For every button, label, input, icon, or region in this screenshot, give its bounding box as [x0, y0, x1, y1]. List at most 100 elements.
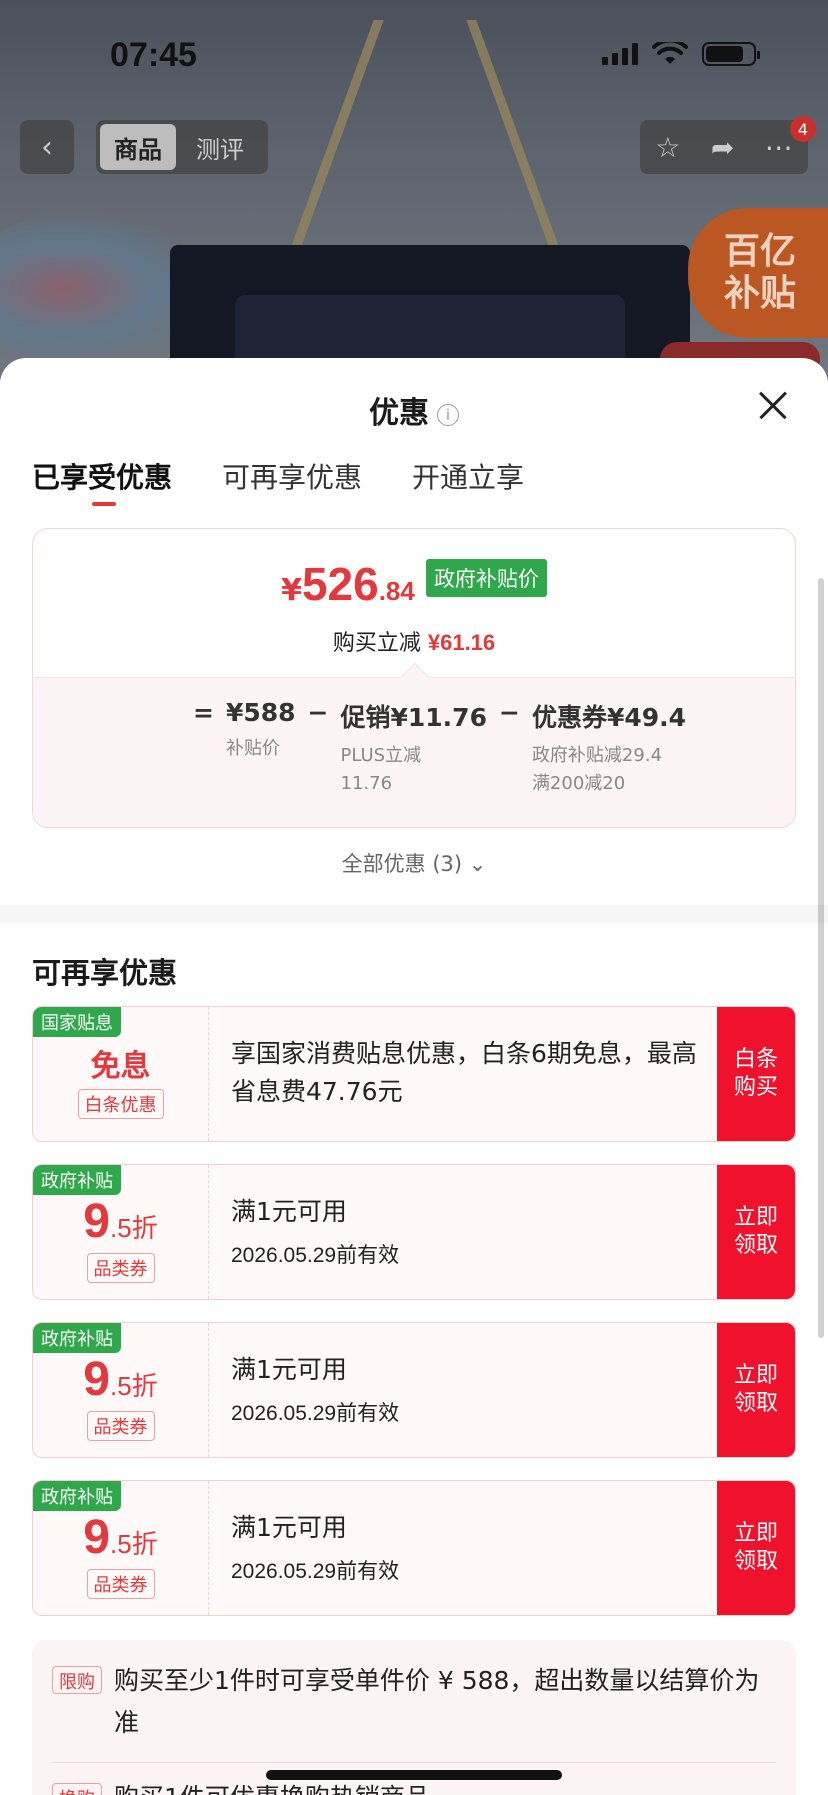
- price-formula: = ¥588 补贴价 − 促销¥11.76 PLUS立减 11.76 − 优惠券…: [193, 698, 686, 798]
- nav-actions: ☆ ➦ ⋯: [640, 120, 808, 174]
- exchange-tag: 换购: [52, 1783, 102, 1795]
- coupon-value: 9.5折: [83, 1194, 157, 1249]
- coupon-value-unit: 折: [131, 1212, 158, 1243]
- coupon-value-dec: .5: [110, 1370, 132, 1401]
- claim-coupon-button[interactable]: 立即领取: [717, 1323, 795, 1457]
- wifi-icon: [652, 42, 688, 64]
- all-offers-toggle[interactable]: 全部优惠 (3) ⌄: [0, 848, 828, 878]
- limit-tag: 限购: [52, 1666, 102, 1694]
- coupon-line1: 满1元可用: [231, 1197, 347, 1226]
- coupon-value: 9.5折: [83, 1510, 157, 1565]
- instant-saving-value: ¥61.16: [427, 630, 496, 655]
- more-icon[interactable]: ⋯: [765, 131, 793, 164]
- status-time: 07:45: [110, 36, 197, 74]
- coupon-value-int: 9: [83, 1352, 110, 1406]
- all-offers-label: 全部优惠 (3): [341, 852, 463, 876]
- coupon-tag: 国家贴息: [33, 1007, 121, 1037]
- coupon-type-chip: 品类券: [86, 1252, 155, 1283]
- price-currency: ¥: [281, 573, 302, 608]
- coupon-item: 政府补贴 9.5折 品类券 满1元可用 2026.05.29前有效 立即领取: [32, 1164, 796, 1300]
- coupon-line1: 满1元可用: [231, 1513, 347, 1542]
- coupon-type-chip: 品类券: [86, 1568, 155, 1599]
- coupon-list: 国家贴息 免息 白条优惠 享国家消费贴息优惠，白条6期免息，最高省息费47.76…: [32, 1006, 796, 1638]
- section-divider: [0, 905, 828, 923]
- formula-coupon-label-1: 政府补贴减29.4: [531, 745, 663, 766]
- cellular-signal-icon: [602, 43, 638, 65]
- status-bar: 07:45: [0, 0, 828, 100]
- coupon-value-dec: .5: [110, 1212, 132, 1243]
- price-integer: 526: [301, 558, 379, 610]
- formula-coupon-label-2: 满200减20: [531, 773, 626, 794]
- scrollbar[interactable]: [818, 578, 824, 1338]
- tab-activate-offers[interactable]: 开通立享: [412, 456, 524, 506]
- close-icon[interactable]: [758, 390, 788, 420]
- more-offers-title: 可再享优惠: [32, 956, 178, 990]
- sheet-title-text: 优惠: [369, 396, 429, 431]
- nav-tab-review[interactable]: 测评: [182, 124, 258, 170]
- formula-equals: =: [193, 698, 214, 727]
- instant-saving-label: 购买立减: [332, 631, 421, 656]
- subsidy-badge-line2: 补贴: [724, 273, 797, 314]
- subsidy-badge: 百亿 补贴: [688, 208, 828, 338]
- coupon-line2: 2026.05.29前有效: [231, 1560, 400, 1583]
- offer-tabs: 已享受优惠 可再享优惠 开通立享: [32, 456, 524, 506]
- status-icons: [602, 42, 760, 66]
- coupon-tag: 政府补贴: [33, 1323, 121, 1353]
- offers-sheet: 优惠 i 已享受优惠 可再享优惠 开通立享 ¥526.84 政府补贴价 购买立减 …: [0, 358, 828, 1795]
- message-count-badge: 4: [790, 116, 816, 142]
- coupon-type-chip: 品类券: [86, 1410, 155, 1441]
- tab-enjoyed-offers[interactable]: 已享受优惠: [32, 456, 172, 506]
- coupon-line2: 2026.05.29前有效: [231, 1402, 400, 1425]
- product-nav-tabs: 商品 测评: [96, 120, 268, 174]
- formula-base-label: 补贴价: [225, 738, 280, 759]
- coupon-tag: 政府补贴: [33, 1165, 121, 1195]
- back-button[interactable]: ‹: [20, 120, 74, 174]
- final-price-section: ¥526.84 政府补贴价 购买立减 ¥61.16: [33, 529, 795, 677]
- coupon-value: 免息: [90, 1049, 151, 1084]
- instant-saving: 购买立减 ¥61.16: [33, 625, 795, 657]
- limit-divider: [52, 1762, 776, 1763]
- coupon-description: 满1元可用 2026.05.29前有效: [209, 1323, 717, 1457]
- chevron-left-icon: ‹: [41, 129, 53, 165]
- formula-base-value: ¥588: [225, 698, 296, 727]
- coupon-line1: 满1元可用: [231, 1355, 347, 1384]
- formula-coupon: 优惠券¥49.4 政府补贴减29.4 满200减20: [532, 698, 686, 798]
- formula-base: ¥588 补贴价: [226, 698, 296, 798]
- star-icon[interactable]: ☆: [655, 131, 680, 164]
- coupon-line2: 2026.05.29前有效: [231, 1244, 400, 1267]
- coupon-value-dec: .5: [110, 1528, 132, 1559]
- formula-promo: 促销¥11.76 PLUS立减 11.76: [341, 698, 487, 798]
- sheet-title: 优惠 i: [0, 388, 828, 432]
- coupon-description: 满1元可用 2026.05.29前有效: [209, 1165, 717, 1299]
- formula-promo-value: 促销¥11.76: [340, 703, 487, 732]
- share-icon[interactable]: ➦: [711, 131, 734, 164]
- coupon-description: 享国家消费贴息优惠，白条6期免息，最高省息费47.76元: [209, 1007, 717, 1141]
- coupon-tag: 政府补贴: [33, 1481, 121, 1511]
- price-formula-section: = ¥588 补贴价 − 促销¥11.76 PLUS立减 11.76 − 优惠券…: [33, 662, 795, 827]
- claim-coupon-button[interactable]: 立即领取: [717, 1165, 795, 1299]
- coupon-value-int: 9: [83, 1510, 110, 1564]
- final-price: ¥526.84 政府补贴价: [33, 557, 795, 611]
- coupon-item: 政府补贴 9.5折 品类券 满1元可用 2026.05.29前有效 立即领取: [32, 1480, 796, 1616]
- baitiao-buy-button[interactable]: 白条购买: [717, 1007, 795, 1141]
- coupon-description: 满1元可用 2026.05.29前有效: [209, 1481, 717, 1615]
- limit-row: 限购 购买至少1件时可享受单件价 ¥ 588，超出数量以结算价为准: [52, 1660, 776, 1744]
- coupon-item: 国家贴息 免息 白条优惠 享国家消费贴息优惠，白条6期免息，最高省息费47.76…: [32, 1006, 796, 1142]
- gov-subsidy-price-tag: 政府补贴价: [425, 559, 547, 597]
- formula-promo-label-1: PLUS立减: [340, 745, 422, 766]
- coupon-value-int: 9: [83, 1194, 110, 1248]
- subsidy-badge-line1: 百亿: [724, 231, 797, 272]
- tab-more-offers[interactable]: 可再享优惠: [222, 456, 362, 506]
- info-icon[interactable]: i: [437, 403, 459, 426]
- battery-icon: [702, 42, 760, 66]
- chevron-down-icon: ⌄: [468, 852, 487, 876]
- coupon-value: 9.5折: [83, 1352, 157, 1407]
- formula-minus: −: [307, 698, 329, 727]
- home-indicator[interactable]: [266, 1770, 562, 1780]
- price-breakdown-card: ¥526.84 政府补贴价 购买立减 ¥61.16 = ¥588 补贴价 − 促…: [32, 528, 796, 828]
- formula-promo-label-2: 11.76: [340, 773, 393, 794]
- coupon-value-unit: 折: [131, 1528, 158, 1559]
- claim-coupon-button[interactable]: 立即领取: [717, 1481, 795, 1615]
- nav-tab-product[interactable]: 商品: [100, 124, 176, 170]
- limit-text: 购买至少1件时可享受单件价 ¥ 588，超出数量以结算价为准: [114, 1666, 760, 1737]
